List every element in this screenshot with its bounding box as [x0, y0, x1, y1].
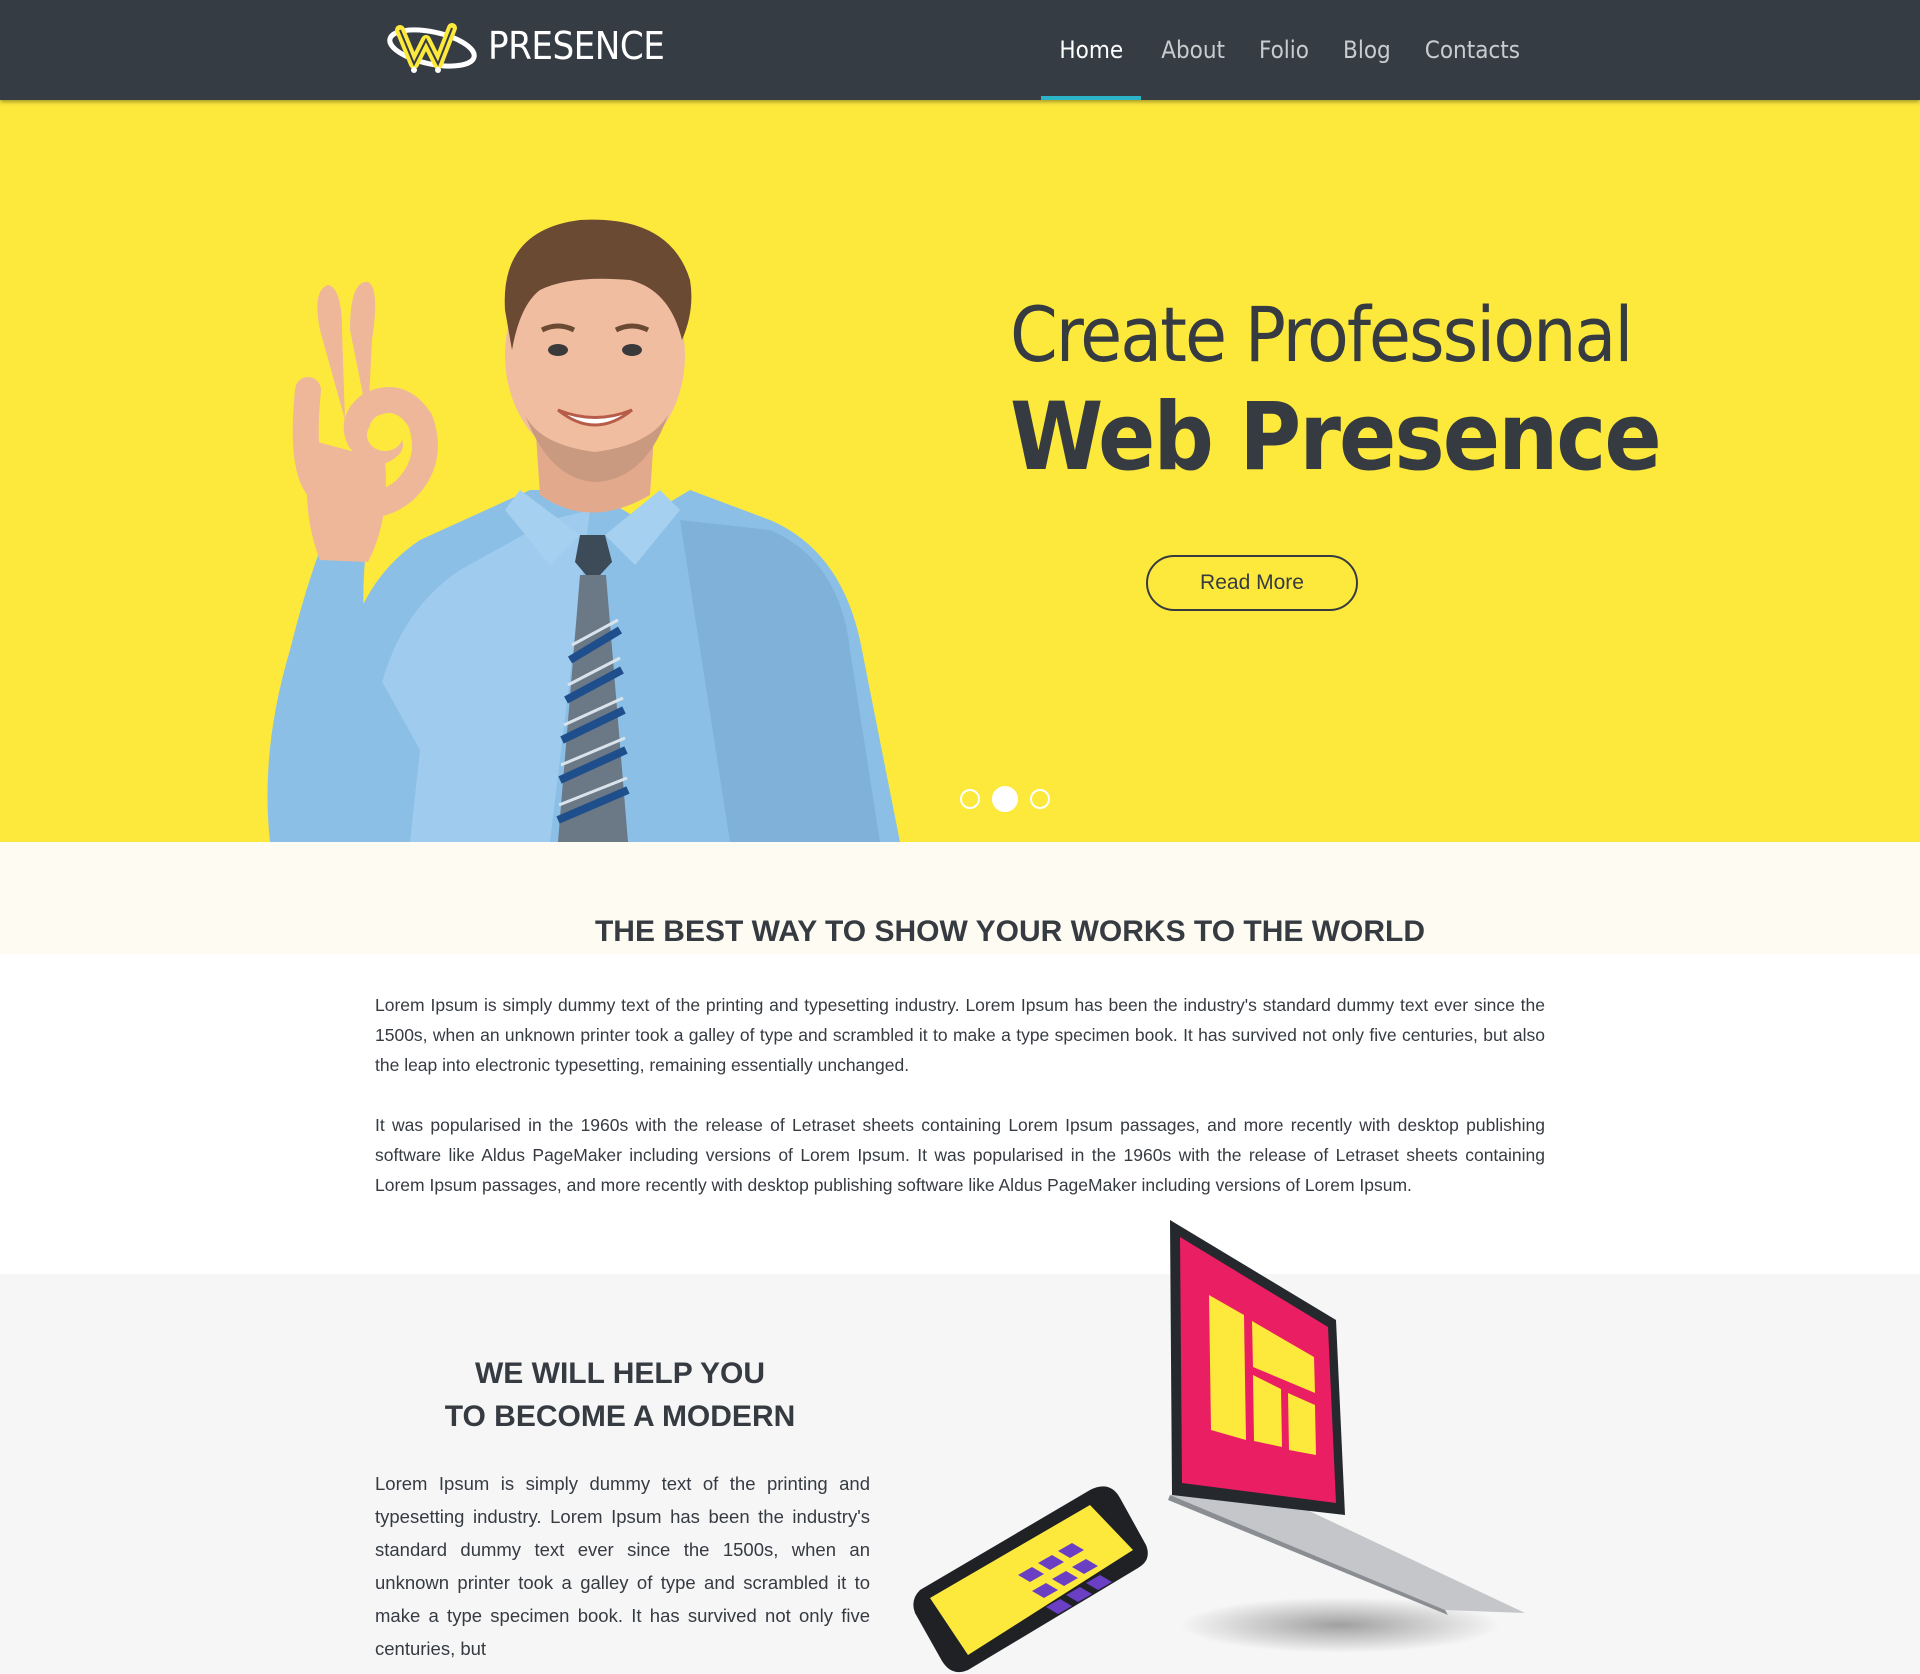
- devices-illustration: [913, 1220, 1525, 1673]
- main-nav: Home About Folio Blog Contacts: [1041, 0, 1534, 100]
- feature-title: WE WILL HELP YOU TO BECOME A MODERN: [370, 1352, 870, 1438]
- slider-dot-1[interactable]: [960, 789, 980, 809]
- feature-paragraph: Lorem Ipsum is simply dummy text of the …: [375, 1473, 870, 1659]
- read-more-button[interactable]: Read More: [1146, 555, 1358, 611]
- slider-dot-3[interactable]: [1030, 789, 1050, 809]
- slider-dots: [960, 786, 1050, 812]
- nav-home[interactable]: Home: [1041, 0, 1141, 100]
- site-header: PRESENCE Home About Folio Blog Contacts: [0, 0, 1920, 100]
- logo-icon: [387, 23, 477, 73]
- hero-slider: Create Professional Web Presence Read Mo…: [0, 100, 1920, 842]
- nav-contacts[interactable]: Contacts: [1411, 0, 1534, 100]
- feature-title-line-2: TO BECOME A MODERN: [444, 1400, 796, 1433]
- hero-man-image: [267, 219, 900, 842]
- intro-title: THE BEST WAY TO SHOW YOUR WORKS TO THE W…: [594, 915, 1426, 948]
- logo[interactable]: PRESENCE: [386, 18, 665, 74]
- nav-about[interactable]: About: [1147, 0, 1239, 100]
- hero-subtitle: Create Professional: [1010, 290, 1633, 379]
- slider-dot-2[interactable]: [992, 786, 1018, 812]
- feature-title-line-1: WE WILL HELP YOU: [474, 1357, 766, 1390]
- intro-paragraph-2: It was popularised in the 1960s with the…: [375, 1115, 1545, 1195]
- nav-blog[interactable]: Blog: [1329, 0, 1405, 100]
- hero-title: Web Presence: [1010, 383, 1662, 492]
- intro-paragraph-1: Lorem Ipsum is simply dummy text of the …: [375, 995, 1545, 1075]
- brand-name: PRESENCE: [488, 24, 665, 68]
- nav-folio[interactable]: Folio: [1245, 0, 1323, 100]
